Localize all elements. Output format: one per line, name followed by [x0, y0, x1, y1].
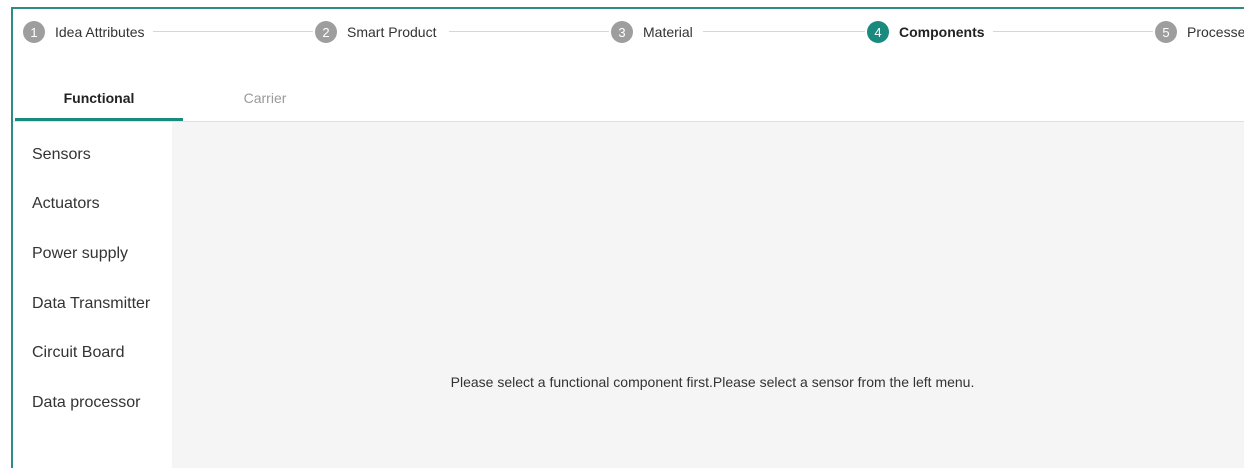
sidebar-item-data-processor[interactable]: Data processor [13, 378, 172, 428]
step-label: Processes [1187, 24, 1244, 40]
tab-functional[interactable]: Functional [15, 77, 183, 119]
functional-menu: Sensors Actuators Power supply Data Tran… [13, 122, 172, 468]
step-number: 4 [867, 21, 889, 43]
sidebar-item-data-transmitter[interactable]: Data Transmitter [13, 279, 172, 329]
sidebar-item-actuators[interactable]: Actuators [13, 180, 172, 230]
wizard-frame: 1 Idea Attributes 2 Smart Product 3 Mate… [11, 7, 1244, 468]
step-number: 1 [23, 21, 45, 43]
stepper: 1 Idea Attributes 2 Smart Product 3 Mate… [13, 9, 1244, 55]
sidebar-item-circuit-board[interactable]: Circuit Board [13, 328, 172, 378]
step-label: Smart Product [347, 24, 437, 40]
empty-state-message: Please select a functional component fir… [450, 374, 975, 390]
step-connector [989, 31, 1153, 32]
step-connector [449, 31, 609, 32]
step-idea-attributes[interactable]: 1 Idea Attributes [23, 21, 153, 43]
sidebar-item-power-supply[interactable]: Power supply [13, 229, 172, 279]
active-tab-indicator [15, 118, 183, 121]
step-material[interactable]: 3 Material [611, 21, 701, 43]
component-tabs: Functional Carrier [13, 77, 1244, 122]
step-label: Components [899, 24, 985, 40]
component-panel: Please select a functional component fir… [172, 122, 1244, 468]
step-smart-product[interactable]: 2 Smart Product [315, 21, 445, 43]
step-number: 3 [611, 21, 633, 43]
step-number: 2 [315, 21, 337, 43]
step-components[interactable]: 4 Components [867, 21, 993, 43]
step-number: 5 [1155, 21, 1177, 43]
tab-carrier[interactable]: Carrier [181, 77, 349, 119]
step-connector [153, 31, 313, 32]
sidebar-item-sensors[interactable]: Sensors [13, 130, 172, 180]
step-connector [703, 31, 865, 32]
step-label: Material [643, 24, 693, 40]
step-processes[interactable]: 5 Processes [1155, 21, 1244, 43]
step-label: Idea Attributes [55, 24, 145, 40]
